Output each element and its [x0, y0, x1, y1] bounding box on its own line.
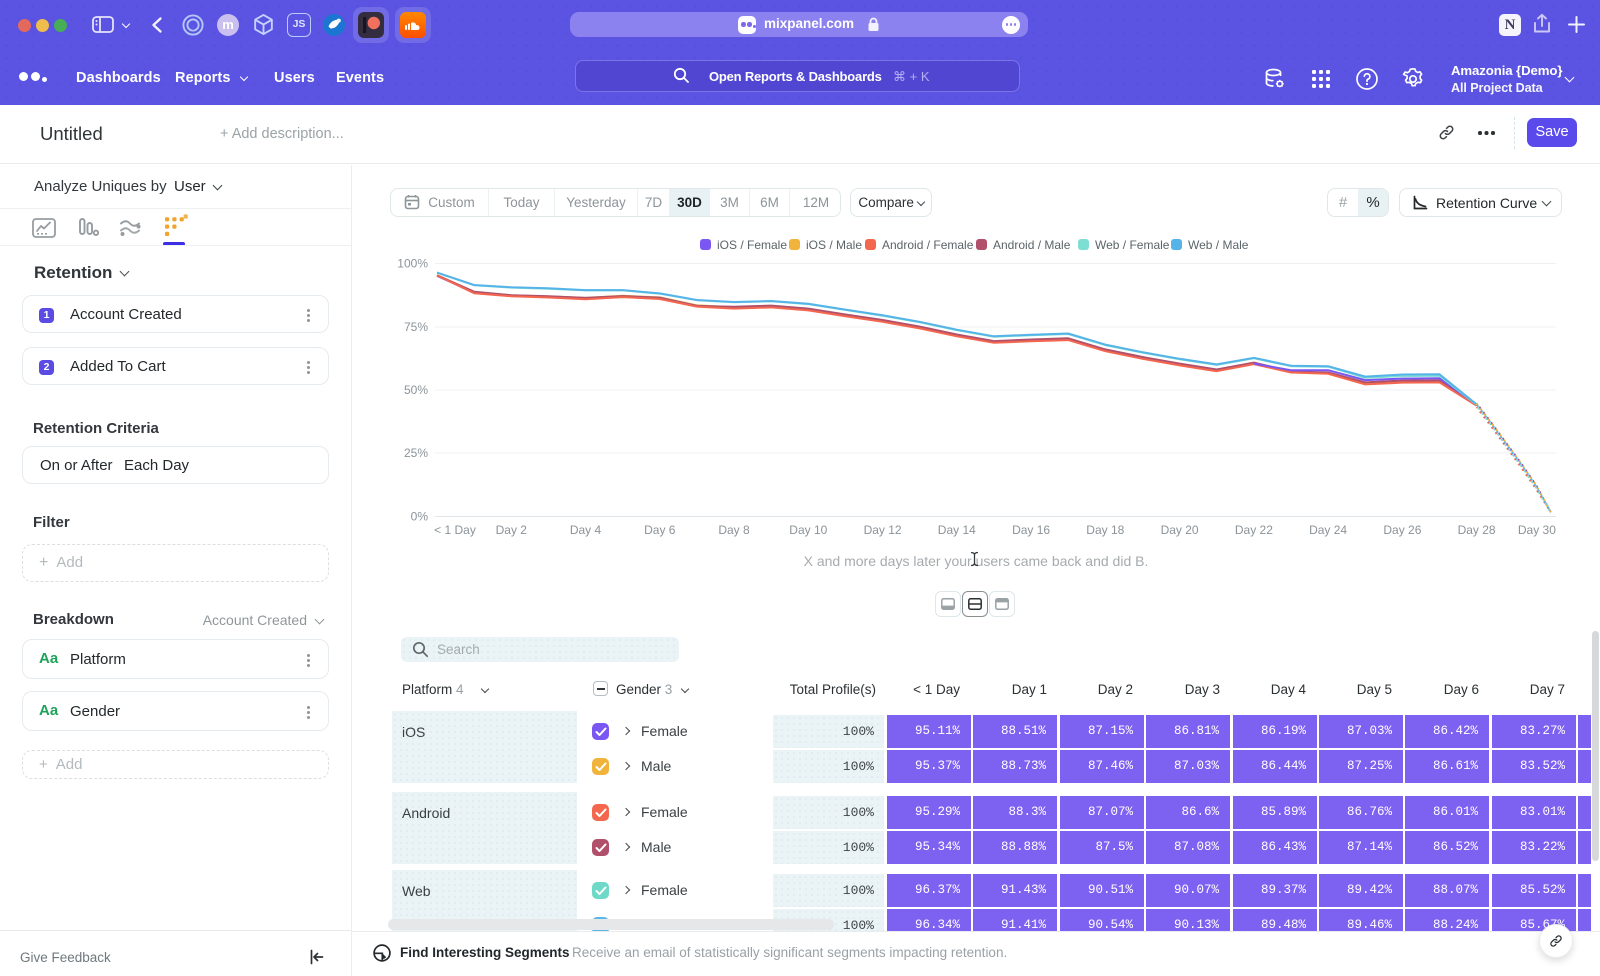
svg-text:Day 6: Day 6: [644, 523, 676, 537]
svg-text:Day 14: Day 14: [938, 523, 976, 537]
svg-text:100%: 100%: [397, 257, 428, 271]
svg-text:< 1 Day: < 1 Day: [434, 523, 476, 537]
svg-text:75%: 75%: [404, 320, 428, 334]
svg-text:0%: 0%: [411, 510, 429, 524]
svg-text:Day 18: Day 18: [1086, 523, 1124, 537]
svg-text:25%: 25%: [404, 446, 428, 460]
svg-text:Day 10: Day 10: [789, 523, 827, 537]
svg-text:Day 4: Day 4: [570, 523, 602, 537]
svg-text:Day 22: Day 22: [1235, 523, 1273, 537]
svg-text:Day 8: Day 8: [718, 523, 750, 537]
svg-text:Day 26: Day 26: [1383, 523, 1421, 537]
svg-text:Day 16: Day 16: [1012, 523, 1050, 537]
svg-text:Day 24: Day 24: [1309, 523, 1347, 537]
svg-text:50%: 50%: [404, 383, 428, 397]
svg-text:Day 12: Day 12: [864, 523, 902, 537]
svg-text:Day 2: Day 2: [496, 523, 528, 537]
svg-text:Day 20: Day 20: [1161, 523, 1199, 537]
svg-text:Day 30: Day 30: [1518, 523, 1556, 537]
svg-text:Day 28: Day 28: [1458, 523, 1496, 537]
